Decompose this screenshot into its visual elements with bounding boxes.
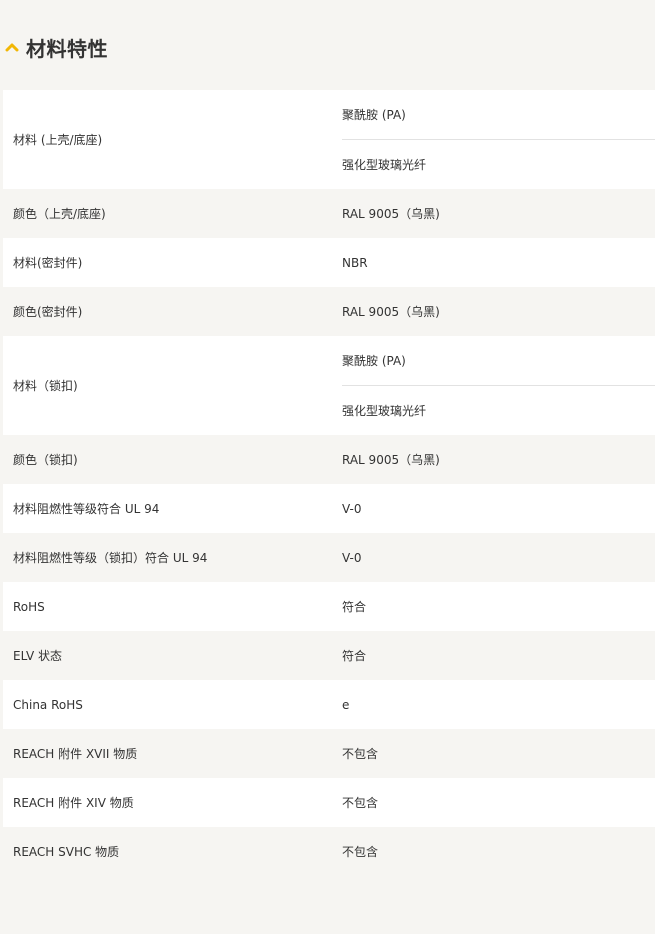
row-label: 材料(密封件) [13, 256, 83, 270]
table-row: 颜色(密封件) RAL 9005（乌黑) [3, 287, 655, 336]
row-label: ELV 状态 [13, 649, 62, 663]
row-value: V-0 [342, 501, 362, 516]
row-label: 材料（锁扣) [13, 379, 78, 393]
section-header-material-properties[interactable]: 材料特性 [0, 27, 655, 67]
row-label: REACH 附件 XIV 物质 [13, 796, 134, 810]
spec-table: 材料 (上壳/底座) 聚酰胺 (PA) 强化型玻璃光纤 颜色（上壳/底座) RA… [3, 90, 655, 876]
chevron-up-icon[interactable] [4, 39, 20, 55]
table-row: 材料（锁扣) 聚酰胺 (PA) 强化型玻璃光纤 [3, 336, 655, 435]
row-value: 不包含 [342, 796, 379, 810]
table-row: REACH 附件 XVII 物质 不包含 [3, 729, 655, 778]
row-label: RoHS [13, 599, 45, 614]
row-value: RAL 9005（乌黑) [342, 207, 440, 221]
table-row: REACH SVHC 物质 不包含 [3, 827, 655, 876]
row-label: China RoHS [13, 697, 83, 712]
row-value: 符合 [342, 649, 367, 663]
row-label: 颜色(密封件) [13, 305, 83, 319]
row-label: 颜色（上壳/底座) [13, 207, 106, 221]
table-row: 颜色（锁扣) RAL 9005（乌黑) [3, 435, 655, 484]
table-row: 材料阻燃性等级符合 UL 94 V-0 [3, 484, 655, 533]
row-label: 材料 (上壳/底座) [13, 133, 103, 147]
row-label: REACH SVHC 物质 [13, 845, 120, 859]
table-row: China RoHS e [3, 680, 655, 729]
row-label: REACH 附件 XVII 物质 [13, 747, 138, 761]
row-value: RAL 9005（乌黑) [342, 453, 440, 467]
row-value: RAL 9005（乌黑) [342, 305, 440, 319]
table-row: 材料阻燃性等级（锁扣）符合 UL 94 V-0 [3, 533, 655, 582]
row-value-line: 聚酰胺 (PA) [342, 108, 406, 122]
row-value: 聚酰胺 (PA) 强化型玻璃光纤 [342, 90, 655, 189]
table-row: 颜色（上壳/底座) RAL 9005（乌黑) [3, 189, 655, 238]
table-row: 材料(密封件) NBR [3, 238, 655, 287]
row-label: 材料阻燃性等级（锁扣）符合 UL 94 [13, 551, 208, 565]
row-label: 材料阻燃性等级符合 UL 94 [13, 502, 160, 516]
row-value: 不包含 [342, 845, 379, 859]
row-value: V-0 [342, 550, 362, 565]
row-value: 不包含 [342, 747, 379, 761]
row-value: NBR [342, 255, 368, 270]
row-value: 聚酰胺 (PA) 强化型玻璃光纤 [342, 336, 655, 435]
table-row: 材料 (上壳/底座) 聚酰胺 (PA) 强化型玻璃光纤 [3, 90, 655, 189]
row-value-line: 聚酰胺 (PA) [342, 354, 406, 368]
table-row: ELV 状态 符合 [3, 631, 655, 680]
row-value: e [342, 697, 350, 712]
row-value: 符合 [342, 600, 367, 614]
table-row: RoHS 符合 [3, 582, 655, 631]
section-title: 材料特性 [26, 36, 108, 61]
row-value-line: 强化型玻璃光纤 [342, 139, 655, 189]
row-value-line: 强化型玻璃光纤 [342, 385, 655, 435]
table-row: REACH 附件 XIV 物质 不包含 [3, 778, 655, 827]
row-label: 颜色（锁扣) [13, 453, 78, 467]
